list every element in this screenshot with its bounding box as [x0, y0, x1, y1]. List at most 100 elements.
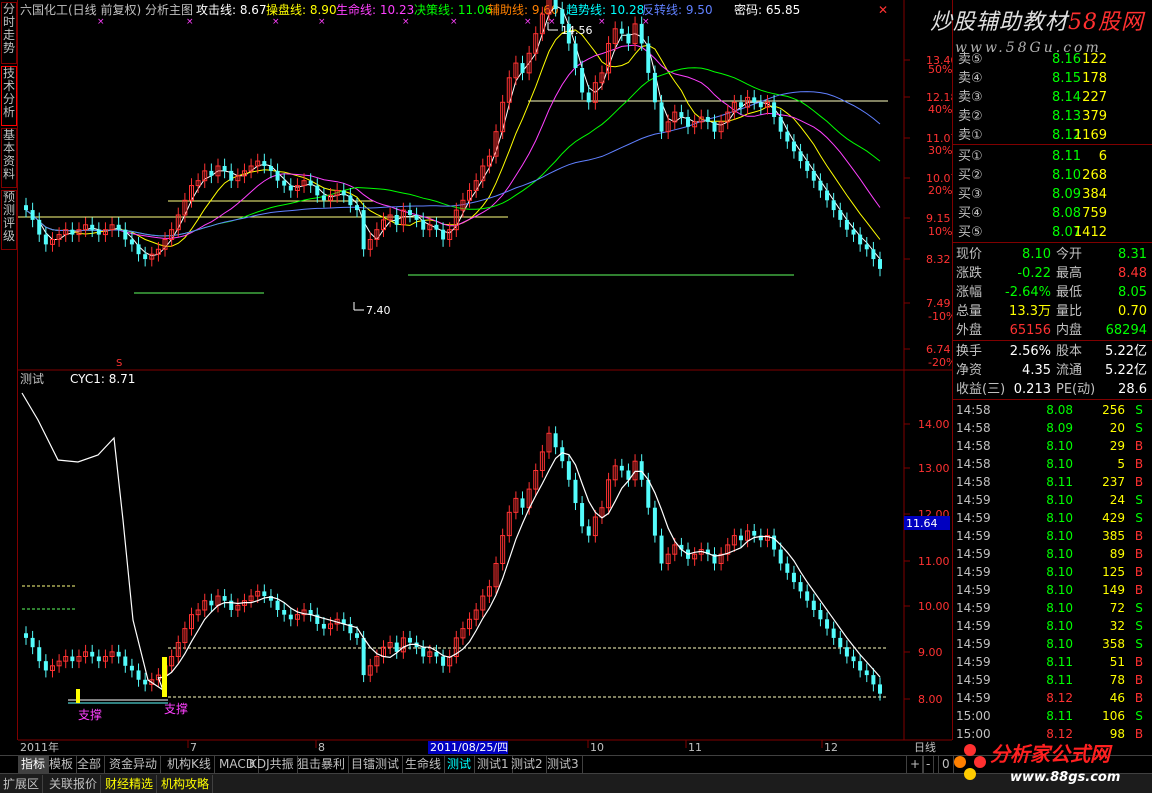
- candle-body: [752, 530, 757, 536]
- indicator-tab[interactable]: 目镭测试: [348, 756, 404, 773]
- tick-side: B: [1134, 547, 1144, 561]
- main-axis-price: 6.74: [926, 343, 951, 356]
- zoom-button[interactable]: -: [922, 756, 935, 773]
- quote-value: 68294: [1105, 323, 1147, 338]
- candle-body: [123, 229, 128, 240]
- candle-body: [414, 214, 419, 220]
- side-tab-technical[interactable]: 技术分析: [1, 66, 17, 126]
- date-label-nov: 11: [688, 741, 702, 754]
- quote-label: 最高: [1056, 266, 1083, 281]
- candle-body: [652, 507, 657, 536]
- indicator-tab[interactable]: 测试3: [544, 756, 583, 773]
- tick-time: 14:59: [956, 655, 991, 669]
- tick-volume: 106: [1102, 709, 1125, 723]
- svg-text:×: ×: [97, 17, 105, 27]
- sell-level-row[interactable]: 卖③ 8.14 227: [953, 88, 1152, 107]
- sell-level-row[interactable]: 卖① 8.12 1169: [953, 126, 1152, 145]
- candle-body: [566, 461, 571, 480]
- tick-volume: 237: [1102, 475, 1125, 489]
- quote-value: 5.22亿: [1105, 344, 1147, 359]
- tick-time: 14:59: [956, 691, 991, 705]
- tick-row[interactable]: 14:58 8.08 256 S: [953, 401, 1152, 419]
- indicator-tab[interactable]: 测试2: [508, 756, 547, 773]
- footer-tab[interactable]: 财经精选: [102, 775, 158, 793]
- side-tab-fundamentals[interactable]: 基本资料: [1, 128, 17, 188]
- candle-body: [785, 131, 790, 142]
- footer-tab[interactable]: 关联报价: [46, 775, 102, 793]
- candle-body: [348, 195, 353, 206]
- indicator-tab[interactable]: 测试1: [474, 756, 513, 773]
- tick-row[interactable]: 14:59 8.10 358 S: [953, 635, 1152, 653]
- side-tab-intraday[interactable]: 分时走势: [1, 2, 17, 64]
- tick-row[interactable]: 14:59 8.10 429 S: [953, 509, 1152, 527]
- tick-volume: 429: [1102, 511, 1125, 525]
- candle-body: [30, 637, 35, 648]
- tick-row[interactable]: 14:59 8.11 51 B: [953, 653, 1152, 671]
- candle-body: [805, 161, 810, 171]
- quote-value: 13.3万: [1009, 304, 1051, 319]
- tick-row[interactable]: 14:58 8.10 5 B: [953, 455, 1152, 473]
- buy-level-volume: 6: [1098, 149, 1107, 164]
- candle-body: [394, 642, 399, 652]
- buy-level-row[interactable]: 买③ 8.09 384: [953, 185, 1152, 204]
- candle-body: [136, 670, 141, 680]
- tick-row[interactable]: 14:59 8.10 32 S: [953, 617, 1152, 635]
- sell-level-row[interactable]: 卖④ 8.15 178: [953, 69, 1152, 88]
- sell-level-volume: 227: [1082, 90, 1107, 105]
- cyc1-value: CYC1: 8.71: [70, 372, 135, 386]
- quote-label: 最低: [1056, 285, 1083, 300]
- tick-row[interactable]: 14:59 8.10 72 S: [953, 599, 1152, 617]
- quote-row: 现价 8.10 今开 8.31: [953, 245, 1152, 264]
- tick-row[interactable]: 14:59 8.12 46 B: [953, 689, 1152, 707]
- svg-text:×: ×: [272, 17, 280, 27]
- buy-level-row[interactable]: 买⑤ 8.07 1412: [953, 223, 1152, 242]
- tick-price: 8.10: [1046, 547, 1073, 561]
- candle-body: [705, 116, 710, 122]
- tick-row[interactable]: 14:58 8.11 237 B: [953, 473, 1152, 491]
- indicator-tab[interactable]: 狙击暴利: [294, 756, 350, 773]
- quote-row: 外盘 65156 内盘 68294: [953, 321, 1152, 340]
- indicator-tab[interactable]: 模板: [46, 756, 78, 773]
- tick-volume: 20: [1109, 421, 1125, 435]
- tick-row[interactable]: 14:58 8.10 29 B: [953, 437, 1152, 455]
- quote-label: 净资: [956, 363, 983, 378]
- indicator-tab[interactable]: 测试: [444, 756, 476, 773]
- buy-level-row[interactable]: 买① 8.11 6: [953, 147, 1152, 166]
- side-tab-rating[interactable]: 预测评级: [1, 190, 17, 250]
- tick-row[interactable]: 15:00 8.11 106 S: [953, 707, 1152, 725]
- indicator-tab[interactable]: KDJ共振: [246, 756, 298, 773]
- candle-body: [791, 572, 796, 583]
- indicator-tab[interactable]: 机构K线: [164, 756, 215, 773]
- tick-time: 14:59: [956, 547, 991, 561]
- buy-level-row[interactable]: 买④ 8.08 759: [953, 204, 1152, 223]
- candle-body: [37, 219, 42, 235]
- support-label-2: 支撑: [164, 701, 188, 716]
- candle-body: [262, 161, 267, 166]
- buy-level-row[interactable]: 买② 8.10 268: [953, 166, 1152, 185]
- indicator-tab[interactable]: 生命线: [402, 756, 446, 773]
- tick-volume: 358: [1102, 637, 1125, 651]
- tick-row[interactable]: 14:58 8.09 20 S: [953, 419, 1152, 437]
- footer-tab[interactable]: 机构攻略: [158, 775, 214, 793]
- tick-row[interactable]: 14:59 8.10 149 B: [953, 581, 1152, 599]
- period-label[interactable]: 日线: [914, 740, 936, 754]
- tick-row[interactable]: 14:59 8.10 89 B: [953, 545, 1152, 563]
- kline-chart-area[interactable]: 六国化工(日线 前复权) 分析主图 攻击线: 8.67 操盘线: 8.90 生命线:…: [18, 0, 952, 755]
- close-chart-icon[interactable]: ✕: [878, 3, 888, 17]
- indicator-tab[interactable]: 资金异动: [106, 756, 162, 773]
- tick-time: 14:58: [956, 457, 991, 471]
- sell-level-row[interactable]: 卖② 8.13 379: [953, 107, 1152, 126]
- side-tab-bar: 分时走势 技术分析 基本资料 预测评级: [0, 0, 18, 740]
- tick-row[interactable]: 14:59 8.10 385 B: [953, 527, 1152, 545]
- main-axis-price: 8.32: [926, 253, 951, 266]
- tick-row[interactable]: 14:59 8.10 24 S: [953, 491, 1152, 509]
- candle-body: [864, 244, 869, 250]
- tick-row[interactable]: 14:59 8.11 78 B: [953, 671, 1152, 689]
- tick-row[interactable]: 14:59 8.10 125 B: [953, 563, 1152, 581]
- watermark-url: www.58Gu.com: [955, 40, 1102, 56]
- candle-body: [858, 661, 863, 671]
- footer-tab[interactable]: 扩展区: [0, 775, 44, 793]
- indicator-tab[interactable]: 指标: [18, 756, 50, 773]
- tick-price: 8.11: [1046, 475, 1073, 489]
- indicator-tab[interactable]: 全部: [74, 756, 106, 773]
